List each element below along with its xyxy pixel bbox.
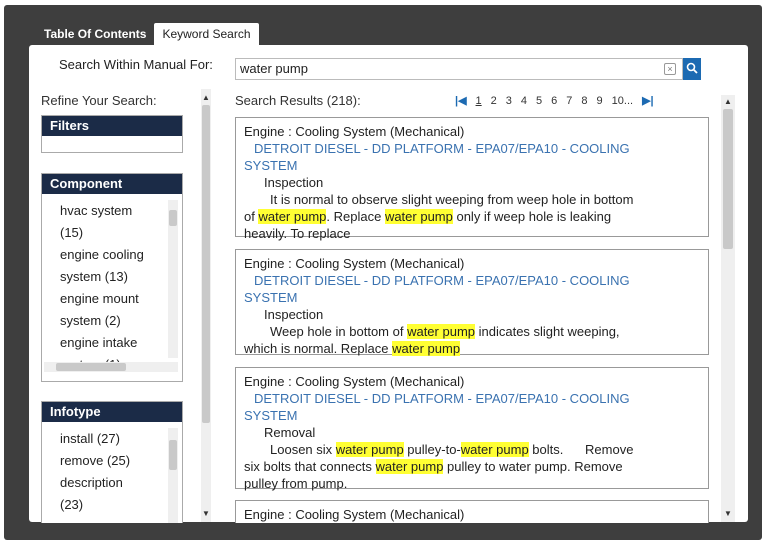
keyword-highlight: water pump (407, 324, 475, 339)
search-panel: Search Within Manual For: water pump × R… (29, 45, 748, 523)
scroll-up-icon[interactable]: ▲ (202, 93, 210, 102)
search-label: Search Within Manual For: (59, 57, 213, 72)
scroll-down-icon[interactable]: ▼ (724, 509, 732, 518)
result-title[interactable]: Engine : Cooling System (Mechanical) (244, 255, 700, 272)
component-item[interactable]: hvac system (60, 200, 166, 222)
pagination: |◀ 1 2 3 4 5 6 7 8 9 10... ▶| (455, 94, 654, 108)
component-hscrollbar[interactable] (44, 362, 178, 372)
result-section: Inspection (264, 307, 324, 322)
keyword-highlight: water pump (258, 209, 327, 224)
refine-label: Refine Your Search: (41, 93, 157, 108)
results-count: Search Results (218): (235, 93, 361, 108)
infotype-box: Infotype install (27) remove (25) descri… (41, 401, 183, 523)
keyword-highlight: water pump (392, 341, 461, 356)
page-link[interactable]: 5 (536, 95, 542, 107)
component-item[interactable]: system (2) (60, 310, 166, 332)
tab-bar: Table Of Contents Keyword Search (36, 23, 259, 45)
clear-icon[interactable]: × (664, 63, 676, 75)
result-title[interactable]: Engine : Cooling System (Mechanical) (244, 373, 700, 390)
results-scrollbar[interactable]: ▲ ▼ (721, 95, 735, 522)
page-link[interactable]: 7 (566, 95, 572, 107)
infotype-item[interactable]: install (27) (60, 428, 166, 450)
infotype-item[interactable]: (23) (60, 494, 166, 516)
component-item[interactable]: engine cooling (60, 244, 166, 266)
keyword-search-window: Table Of Contents Keyword Search Search … (4, 5, 762, 540)
result-title[interactable]: Engine : Cooling System (Mechanical) (244, 506, 700, 523)
result-item[interactable]: Engine : Cooling System (Mechanical) DET… (235, 367, 709, 491)
infotype-heading: Infotype (42, 402, 182, 422)
first-page-icon[interactable]: |◀ (455, 94, 467, 107)
result-snippet: pulley from pump. (244, 476, 348, 491)
result-section: Inspection (264, 175, 324, 190)
infotype-scrollbar[interactable] (168, 428, 178, 523)
component-box: Component hvac system (15) engine coolin… (41, 173, 183, 382)
component-item[interactable]: (15) (60, 222, 166, 244)
result-snippet: Loosen six water pump pulley-to-water pu… (270, 442, 634, 457)
refine-scroll-thumb[interactable] (202, 105, 210, 423)
result-snippet: which is normal. Replace water pump (244, 341, 461, 356)
component-hscroll-thumb[interactable] (56, 363, 126, 371)
result-path[interactable]: SYSTEM (244, 289, 700, 306)
search-input[interactable]: water pump × (235, 58, 683, 80)
scroll-down-icon[interactable]: ▼ (202, 509, 210, 518)
result-item[interactable]: Engine : Cooling System (Mechanical) (235, 500, 709, 523)
infotype-item[interactable]: remove (25) (60, 450, 166, 472)
infotype-list: install (27) remove (25) description (23… (60, 428, 166, 516)
component-item[interactable]: engine mount (60, 288, 166, 310)
component-item[interactable]: engine intake (60, 332, 166, 354)
result-item[interactable]: Engine : Cooling System (Mechanical) DET… (235, 249, 709, 356)
component-heading: Component (42, 174, 182, 194)
result-path[interactable]: DETROIT DIESEL - DD PLATFORM - EPA07/EPA… (244, 272, 700, 289)
page-link[interactable]: 8 (581, 95, 587, 107)
page-link[interactable]: 9 (597, 95, 603, 107)
keyword-highlight: water pump (384, 209, 453, 224)
result-title[interactable]: Engine : Cooling System (Mechanical) (244, 123, 700, 140)
results-scroll-thumb[interactable] (723, 109, 733, 249)
result-path[interactable]: SYSTEM (244, 157, 700, 174)
result-snippet: six bolts that connects water pump pulle… (244, 459, 623, 474)
result-path[interactable]: DETROIT DIESEL - DD PLATFORM - EPA07/EPA… (244, 140, 700, 157)
result-path[interactable]: DETROIT DIESEL - DD PLATFORM - EPA07/EPA… (244, 390, 700, 407)
search-icon (686, 62, 698, 74)
result-snippet: It is normal to observe slight weeping f… (270, 192, 634, 207)
infotype-item[interactable]: description (60, 472, 166, 494)
tab-table-of-contents[interactable]: Table Of Contents (36, 23, 154, 45)
component-item[interactable]: system (13) (60, 266, 166, 288)
component-scroll-thumb[interactable] (169, 210, 177, 226)
page-link[interactable]: 1 (476, 95, 482, 107)
result-path[interactable]: SYSTEM (244, 407, 700, 424)
page-link[interactable]: 3 (506, 95, 512, 107)
result-item[interactable]: Engine : Cooling System (Mechanical) DET… (235, 117, 709, 241)
search-input-value: water pump (240, 61, 308, 76)
result-section: Removal (264, 425, 316, 440)
keyword-highlight: water pump (375, 459, 444, 474)
result-snippet: heavily. To replace (244, 226, 351, 241)
last-page-icon[interactable]: ▶| (642, 94, 654, 107)
page-link[interactable]: 6 (551, 95, 557, 107)
result-snippet: Weep hole in bottom of water pump indica… (270, 324, 620, 339)
infotype-scroll-thumb[interactable] (169, 440, 177, 470)
component-list: hvac system (15) engine cooling system (… (60, 200, 166, 368)
keyword-highlight: water pump (460, 442, 529, 457)
component-scrollbar[interactable] (168, 200, 178, 358)
tab-keyword-search[interactable]: Keyword Search (154, 23, 259, 45)
result-snippet: of water pump. Replace water pump only i… (244, 209, 612, 224)
search-button[interactable] (683, 58, 701, 80)
filters-box: Filters (41, 115, 183, 153)
keyword-highlight: water pump (335, 442, 404, 457)
filters-heading: Filters (42, 116, 182, 136)
page-link[interactable]: 10... (612, 95, 633, 107)
scroll-up-icon[interactable]: ▲ (724, 97, 732, 106)
refine-scrollbar[interactable]: ▲ ▼ (201, 89, 211, 522)
page-link[interactable]: 4 (521, 95, 527, 107)
page-link[interactable]: 2 (491, 95, 497, 107)
